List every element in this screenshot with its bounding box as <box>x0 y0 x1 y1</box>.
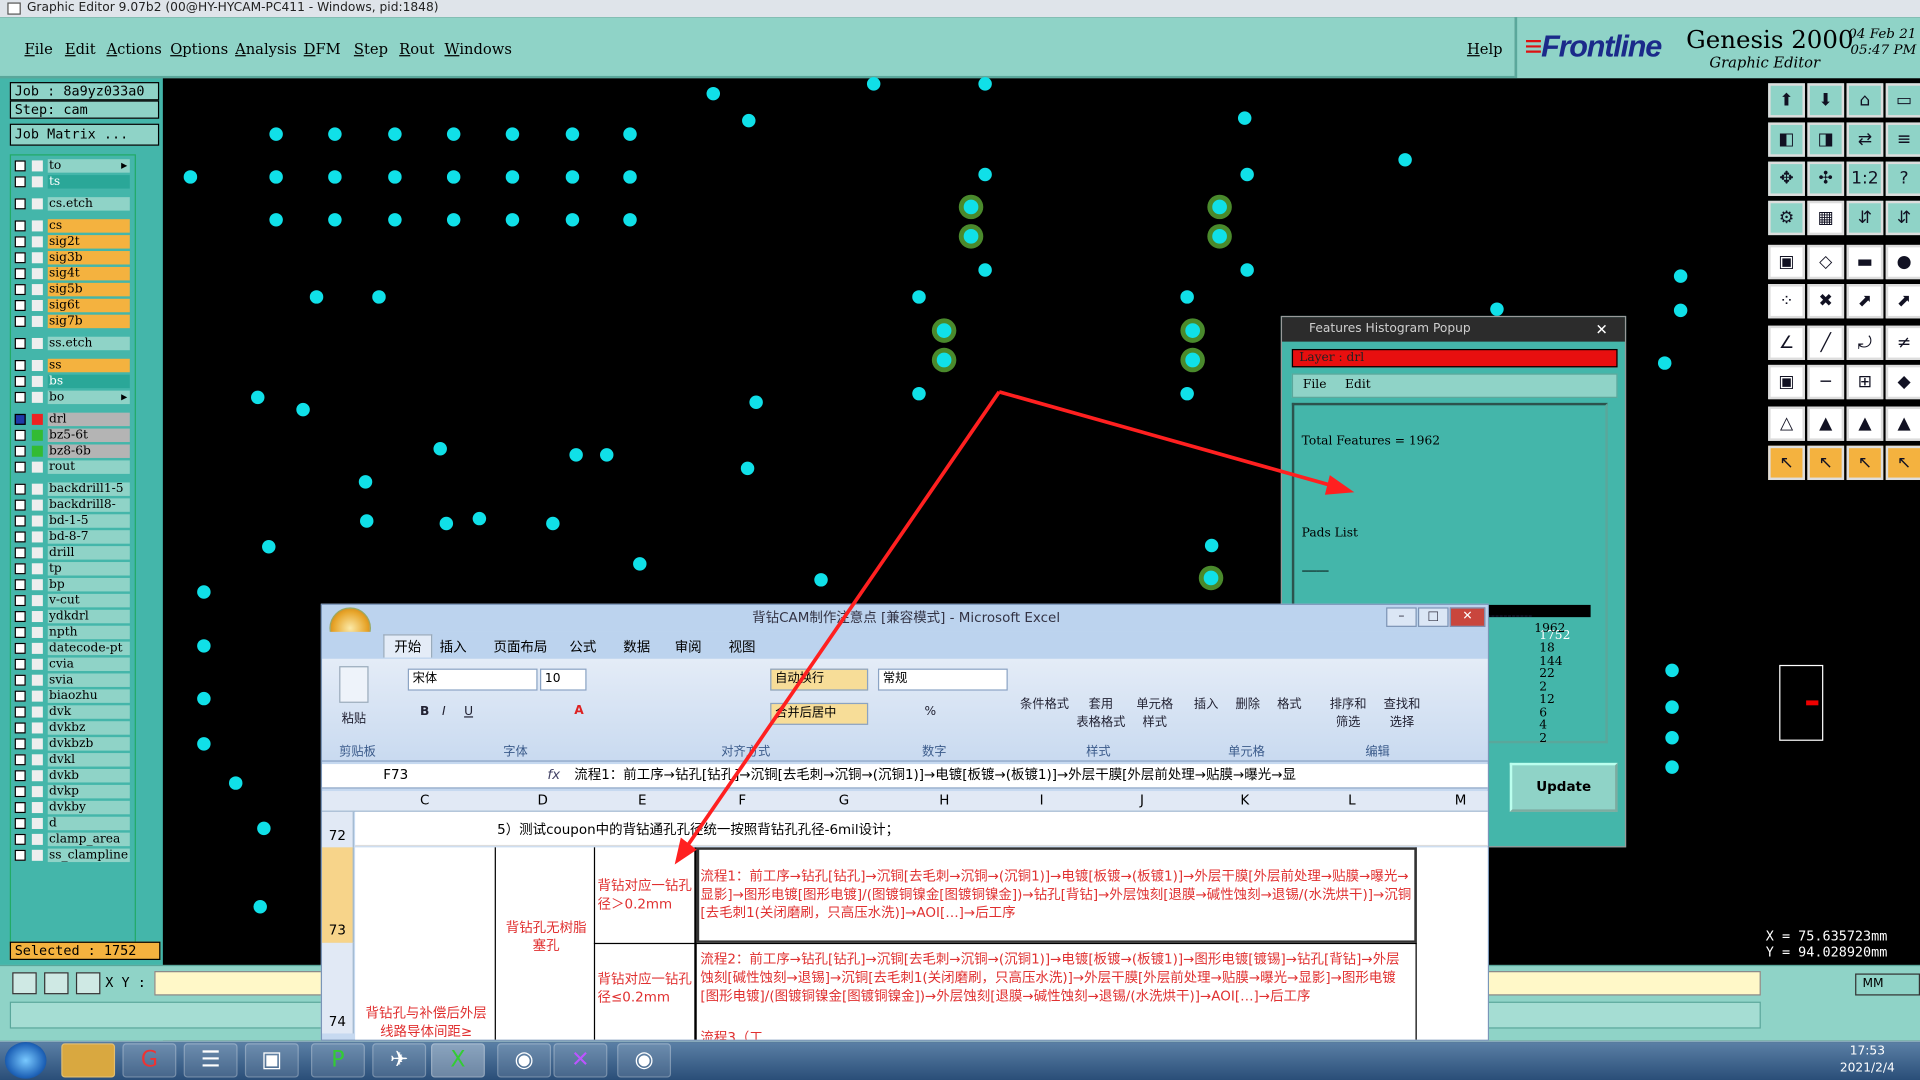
start-button[interactable] <box>4 1042 47 1079</box>
taskbar-shell-icon[interactable] <box>61 1043 116 1078</box>
annotation-arrows <box>674 390 1355 865</box>
taskbar-p-icon[interactable]: P <box>311 1043 365 1078</box>
taskbar-g-icon[interactable]: G <box>122 1043 177 1078</box>
arrow-to-histogram <box>998 390 1348 492</box>
arrow-to-excel <box>678 390 1001 859</box>
taskbar-save-icon[interactable]: ▣ <box>244 1043 299 1078</box>
taskbar-clock: 17:53 2021/2/4 <box>1839 1044 1895 1076</box>
arrowhead-excel <box>674 837 697 865</box>
arrowhead-histogram <box>1324 475 1355 495</box>
taskbar-excel-icon[interactable]: X <box>431 1043 485 1078</box>
taskbar-bird-icon[interactable]: ✈ <box>372 1043 427 1078</box>
taskbar-notepad-icon[interactable]: ☰ <box>183 1043 238 1078</box>
taskbar-x-icon[interactable]: ✕ <box>553 1043 608 1078</box>
taskbar-eye-icon[interactable]: ◉ <box>497 1043 552 1078</box>
taskbar-genesis-icon[interactable]: ◉ <box>617 1043 672 1078</box>
